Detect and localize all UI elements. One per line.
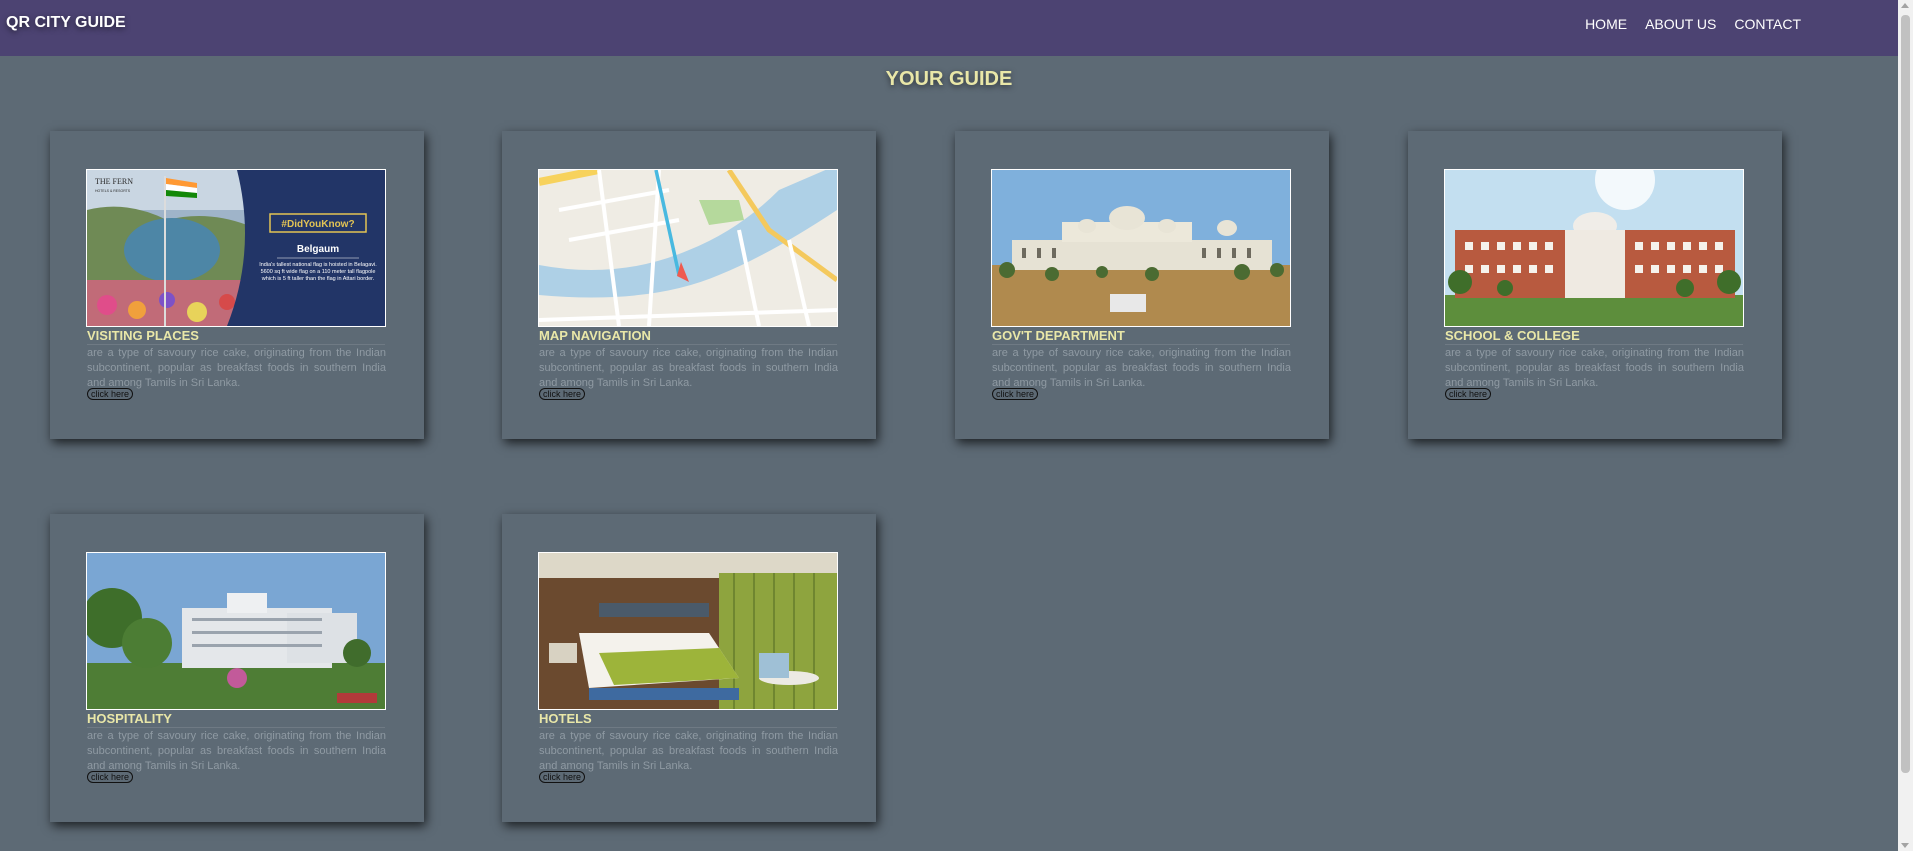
card-description: are a type of savoury rice cake, origina…	[87, 730, 386, 772]
card-title: GOV'T DEPARTMENT	[992, 328, 1290, 345]
school-college-image[interactable]	[1444, 169, 1744, 327]
card-hotels: HOTELS are a type of savoury rice cake, …	[502, 514, 876, 822]
svg-text:THE FERN: THE FERN	[95, 177, 133, 186]
click-here-button[interactable]: click here	[87, 388, 134, 400]
click-here-button[interactable]: click here	[87, 771, 134, 783]
brand-logo[interactable]: QR CITY GUIDE	[6, 14, 126, 32]
hotel-room-picture	[539, 553, 837, 709]
card-title: VISITING PLACES	[87, 328, 385, 345]
card-govt-department: GOV'T DEPARTMENT are a type of savoury r…	[955, 131, 1329, 439]
map-picture	[539, 170, 837, 326]
card-description: are a type of savoury rice cake, origina…	[87, 347, 386, 389]
vertical-scrollbar[interactable]	[1898, 0, 1913, 851]
card-description: are a type of savoury rice cake, origina…	[539, 347, 838, 389]
visiting-places-picture: #DidYouKnow? Belgaum India's tallest nat…	[87, 170, 385, 326]
scrollbar-thumb[interactable]	[1901, 15, 1910, 773]
card-description: are a type of savoury rice cake, origina…	[1445, 347, 1744, 389]
svg-text:HOTELS & RESORTS: HOTELS & RESORTS	[95, 189, 131, 193]
card-description: are a type of savoury rice cake, origina…	[992, 347, 1291, 389]
click-here-button[interactable]: click here	[539, 388, 586, 400]
card-visiting-places: #DidYouKnow? Belgaum India's tallest nat…	[50, 131, 424, 439]
visiting-places-image[interactable]: #DidYouKnow? Belgaum India's tallest nat…	[86, 169, 386, 327]
scroll-down-arrow-icon[interactable]	[1901, 843, 1909, 848]
map-navigation-image[interactable]	[538, 169, 838, 327]
card-title: MAP NAVIGATION	[539, 328, 837, 345]
scroll-up-arrow-icon[interactable]	[1901, 3, 1909, 8]
card-school-college: SCHOOL & COLLEGE are a type of savoury r…	[1408, 131, 1782, 439]
card-description: are a type of savoury rice cake, origina…	[539, 730, 838, 772]
card-hospitality: HOSPITALITY are a type of savoury rice c…	[50, 514, 424, 822]
nav-about-link[interactable]: ABOUT US	[1645, 16, 1716, 32]
click-here-button[interactable]: click here	[539, 771, 586, 783]
nav-contact-link[interactable]: CONTACT	[1734, 16, 1801, 32]
card-title: HOTELS	[539, 711, 837, 728]
svg-text:#DidYouKnow?: #DidYouKnow?	[281, 219, 354, 230]
hospitality-image[interactable]	[86, 552, 386, 710]
page-title: YOUR GUIDE	[885, 68, 1013, 90]
card-map-navigation: MAP NAVIGATION are a type of savoury ric…	[502, 131, 876, 439]
navbar: QR CITY GUIDE HOME ABOUT US CONTACT	[0, 0, 1898, 56]
card-title: SCHOOL & COLLEGE	[1445, 328, 1743, 345]
nav-links: HOME ABOUT US CONTACT	[1567, 16, 1801, 32]
click-here-button[interactable]: click here	[1445, 388, 1492, 400]
government-building-picture	[992, 170, 1290, 326]
govt-department-image[interactable]	[991, 169, 1291, 327]
svg-text:Belgaum: Belgaum	[297, 244, 339, 255]
hotels-image[interactable]	[538, 552, 838, 710]
college-building-picture	[1445, 170, 1743, 326]
card-title: HOSPITALITY	[87, 711, 385, 728]
nav-home-link[interactable]: HOME	[1585, 16, 1627, 32]
hospital-building-picture	[87, 553, 385, 709]
click-here-button[interactable]: click here	[992, 388, 1039, 400]
